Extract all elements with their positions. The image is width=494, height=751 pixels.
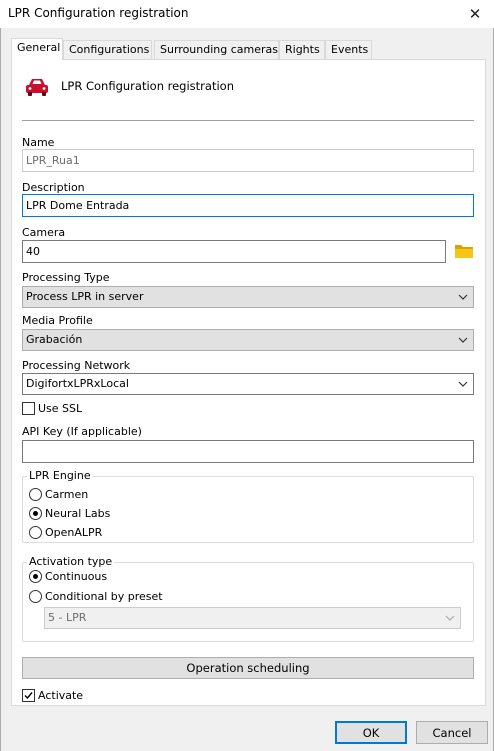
preset-value: 5 - LPR xyxy=(48,611,87,624)
chevron-down-icon xyxy=(458,381,468,387)
header-title: LPR Configuration registration xyxy=(61,79,234,93)
header-divider xyxy=(22,120,474,121)
media-profile-label: Media Profile xyxy=(22,314,93,327)
tab-rights[interactable]: Rights xyxy=(279,40,325,59)
chevron-down-icon xyxy=(445,615,455,621)
radio-neural-labs[interactable] xyxy=(29,507,42,520)
api-key-field[interactable] xyxy=(22,440,474,463)
use-ssl-checkbox[interactable] xyxy=(22,402,35,415)
radio-conditional-by-preset-label: Conditional by preset xyxy=(45,590,163,603)
activate-checkbox[interactable] xyxy=(22,689,35,702)
description-label: Description xyxy=(22,181,85,194)
window-title: LPR Configuration registration xyxy=(8,6,189,20)
processing-network-label: Processing Network xyxy=(22,359,131,372)
radio-carmen[interactable] xyxy=(29,488,42,501)
camera-label: Camera xyxy=(22,226,66,239)
preset-select: 5 - LPR xyxy=(44,607,461,629)
processing-type-value: Process LPR in server xyxy=(26,290,144,303)
tab-general[interactable]: General xyxy=(11,38,63,60)
chevron-down-icon xyxy=(458,337,468,343)
radio-conditional-by-preset[interactable] xyxy=(29,590,42,603)
processing-network-select[interactable]: DigifortxLPRxLocal xyxy=(22,373,474,395)
processing-type-label: Processing Type xyxy=(22,271,110,284)
processing-type-select[interactable]: Process LPR in server xyxy=(22,286,474,308)
radio-continuous-label: Continuous xyxy=(45,570,108,583)
media-profile-select[interactable]: Grabación xyxy=(22,329,474,351)
lpr-engine-title: LPR Engine xyxy=(27,469,93,482)
radio-openalpr-label: OpenALPR xyxy=(45,526,103,539)
processing-network-value: DigifortxLPRxLocal xyxy=(26,377,129,390)
media-profile-value: Grabación xyxy=(26,333,83,346)
ok-button[interactable]: OK xyxy=(335,721,407,744)
tab-events[interactable]: Events xyxy=(325,40,372,59)
description-field[interactable]: LPR Dome Entrada xyxy=(22,194,474,217)
operation-scheduling-button[interactable]: Operation scheduling xyxy=(22,657,474,679)
use-ssl-label: Use SSL xyxy=(38,402,83,415)
name-label: Name xyxy=(22,136,55,149)
tab-configurations[interactable]: Configurations xyxy=(63,40,152,59)
activation-type-title: Activation type xyxy=(27,555,115,568)
radio-carmen-label: Carmen xyxy=(45,488,89,501)
close-icon[interactable]: ✕ xyxy=(462,3,488,25)
api-key-label: API Key (If applicable) xyxy=(22,425,142,438)
folder-icon[interactable] xyxy=(454,242,474,259)
name-field: LPR_Rua1 xyxy=(22,149,474,172)
radio-openalpr[interactable] xyxy=(29,526,42,539)
tab-surrounding-cameras[interactable]: Surrounding cameras xyxy=(154,40,279,59)
title-bar: LPR Configuration registration ✕ xyxy=(0,0,494,28)
check-icon xyxy=(24,692,33,700)
activate-label: Activate xyxy=(38,689,84,702)
radio-neural-labs-label: Neural Labs xyxy=(45,507,111,520)
cancel-button[interactable]: Cancel xyxy=(416,721,488,744)
camera-field[interactable]: 40 xyxy=(22,240,446,263)
car-icon xyxy=(24,74,50,100)
chevron-down-icon xyxy=(458,294,468,300)
window-border-left xyxy=(0,28,1,751)
radio-continuous[interactable] xyxy=(29,570,42,583)
